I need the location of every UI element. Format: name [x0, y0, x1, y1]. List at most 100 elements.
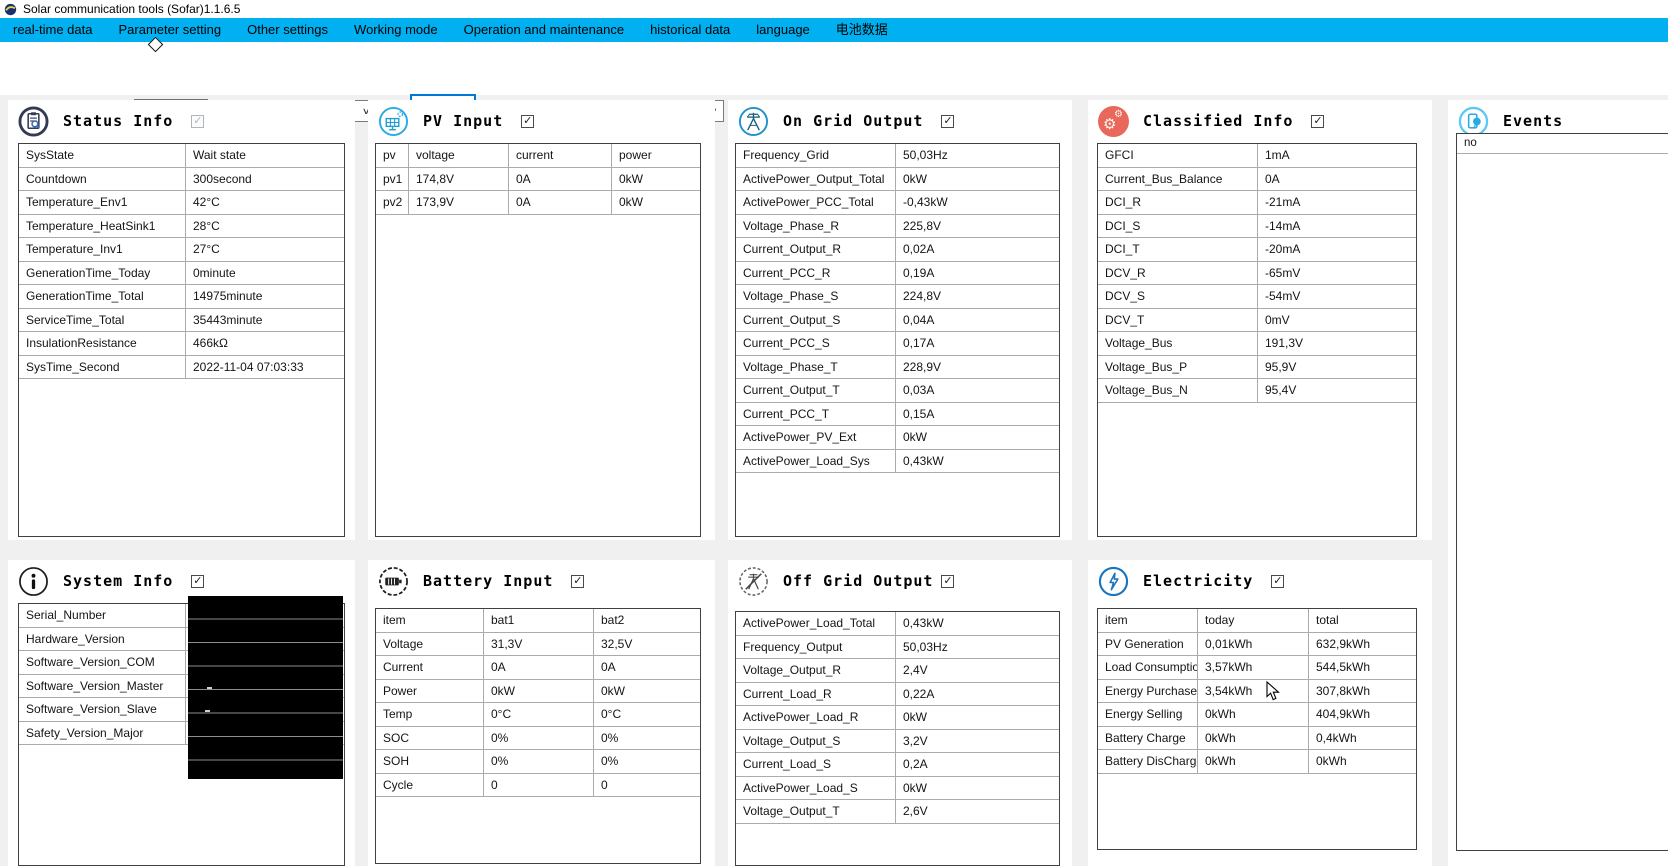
- table-row: Voltage_Phase_T 228,9V: [736, 355, 1059, 379]
- table-row: InsulationResistance 466kΩ: [19, 332, 344, 356]
- gear-icon: ⚙: [1114, 108, 1123, 120]
- table-cell: pv2: [376, 191, 409, 214]
- table-cell: Cycle: [376, 773, 484, 796]
- table-row: Temperature_Inv1 27°C: [19, 238, 344, 262]
- table-cell: InsulationResistance: [19, 332, 186, 355]
- table-cell: Current: [376, 656, 484, 679]
- on-grid-output-header: On Grid Output: [738, 103, 955, 139]
- electricity-checkbox[interactable]: [1271, 574, 1285, 588]
- table-row: Current_Output_S 0,04A: [736, 308, 1059, 332]
- classified-info-title: Classified Info: [1143, 112, 1294, 130]
- table-row: Current_Bus_Balance 0A: [1098, 167, 1416, 191]
- table-cell: 632,9kWh: [1316, 636, 1371, 651]
- table-cell: -20mA: [1265, 242, 1301, 256]
- table-cell: 0kW: [903, 171, 927, 186]
- off-grid-output-checkbox[interactable]: [941, 574, 955, 588]
- table-cell: SysState: [19, 144, 186, 167]
- table-cell: Wait state: [193, 148, 246, 162]
- table-cell: Energy Purchase: [1098, 679, 1198, 702]
- menu-working-mode[interactable]: Working mode: [341, 18, 451, 42]
- pv-input-checkbox[interactable]: [521, 114, 535, 128]
- table-cell: 0A: [1265, 171, 1280, 186]
- table-cell: 0minute: [193, 265, 236, 280]
- table-cell: 0°C: [484, 703, 594, 726]
- table-row: Countdown 300second: [19, 167, 344, 191]
- table-cell: 0A: [509, 191, 612, 214]
- battery-input-checkbox[interactable]: [571, 574, 585, 588]
- table-row: SysState Wait state: [19, 144, 344, 168]
- status-info-header: Status Info: [18, 103, 205, 139]
- table-cell: 0A: [601, 660, 616, 674]
- table-cell: 2022-11-04 07:03:33: [193, 359, 304, 374]
- table-cell: DCI_S: [1098, 214, 1258, 237]
- system-info-checkbox[interactable]: [191, 574, 205, 588]
- battery-input-icon: [379, 566, 408, 596]
- table-row: pv1 174,8V 0A 0kW: [376, 167, 700, 191]
- table-cell: Current_Output_T: [736, 379, 896, 402]
- table-cell: 31,3V: [484, 632, 594, 655]
- table-row: Voltage_Output_R 2,4V: [736, 659, 1059, 683]
- table-cell: 0,03A: [903, 383, 935, 397]
- table-cell: 2,6V: [903, 804, 928, 818]
- table-cell: Current_PCC_S: [736, 332, 896, 355]
- table-cell: today: [1198, 609, 1309, 632]
- table-row: DCI_T -20mA: [1098, 238, 1416, 262]
- table-cell: 0%: [484, 750, 594, 773]
- off-grid-output-header: Off Grid Output: [738, 563, 955, 599]
- table-row: ActivePower_Output_Total 0kW: [736, 167, 1059, 191]
- table-cell: current: [509, 144, 612, 167]
- table-cell: bat1: [484, 609, 594, 632]
- on-grid-output-checkbox[interactable]: [941, 114, 955, 128]
- table-cell: Energy Selling: [1098, 703, 1198, 726]
- table-cell: 3,2V: [903, 733, 928, 748]
- title-bar: Solar communication tools (Sofar)1.1.6.5: [0, 0, 1668, 18]
- system-info-icon: [19, 566, 48, 596]
- table-cell: 228,9V: [903, 359, 942, 374]
- table-cell: Current_Bus_Balance: [1098, 167, 1258, 190]
- table-cell: 225,8V: [903, 218, 942, 233]
- table-cell: ActivePower_PV_Ext: [736, 426, 896, 449]
- table-cell: 95,4V: [1265, 383, 1297, 397]
- table-cell: 0A: [484, 656, 594, 679]
- table-row: SOH 0% 0%: [376, 750, 700, 774]
- table-cell: Current_PCC_T: [736, 402, 896, 425]
- table-cell: GenerationTime_Today: [19, 261, 186, 284]
- table-cell: pv1: [376, 167, 409, 190]
- table-cell: 300second: [193, 171, 252, 186]
- table-row: Cycle 0 0: [376, 773, 700, 797]
- classified-info-checkbox[interactable]: [1311, 114, 1325, 128]
- table-row: DCI_R -21mA: [1098, 191, 1416, 215]
- table-cell: 0kWh: [1198, 703, 1309, 726]
- table-row: Voltage_Output_T 2,6V: [736, 800, 1059, 824]
- table-row: Current 0A 0A: [376, 656, 700, 680]
- status-info-checkbox[interactable]: [191, 114, 205, 128]
- off-grid-output-table: ActivePower_Load_Total 0,43kW Frequency_Ou…: [735, 611, 1060, 866]
- table-row: Current_PCC_R 0,19A: [736, 261, 1059, 285]
- table-row: DCV_T 0mV: [1098, 308, 1416, 332]
- menu-historical-data[interactable]: historical data: [637, 18, 743, 42]
- menu-battery-data[interactable]: 电池数据: [823, 18, 901, 42]
- table-row: item today total: [1098, 609, 1416, 633]
- menu-other-settings[interactable]: Other settings: [234, 18, 341, 42]
- table-cell: 0,15A: [903, 406, 935, 421]
- menu-parameter-setting[interactable]: Parameter setting: [105, 18, 234, 42]
- table-cell: 0%: [484, 726, 594, 749]
- table-cell: Battery DisCharge: [1098, 750, 1198, 773]
- table-cell: SOH: [376, 750, 484, 773]
- table-cell: no: [1464, 137, 1477, 149]
- table-cell: 0: [601, 777, 608, 792]
- menu-real-time-data[interactable]: real-time data: [0, 18, 105, 42]
- menu-language[interactable]: language: [743, 18, 823, 42]
- table-cell: 0kW: [484, 679, 594, 702]
- table-row: DCI_S -14mA: [1098, 214, 1416, 238]
- table-cell: ActivePower_Output_Total: [736, 167, 896, 190]
- panel-electricity: Electricity itemtodaytotalPV Generation0…: [1088, 560, 1432, 866]
- pv-input-title: PV Input: [423, 112, 504, 130]
- table-cell: Frequency_Output: [736, 635, 896, 658]
- menu-operation-maintenance[interactable]: Operation and maintenance: [451, 18, 637, 42]
- table-cell: 0kW: [903, 710, 927, 724]
- table-cell: -0,43kW: [903, 195, 948, 209]
- table-row: Voltage 31,3V 32,5V: [376, 632, 700, 656]
- events-title: Events: [1503, 112, 1564, 130]
- events-icon: [1458, 106, 1489, 136]
